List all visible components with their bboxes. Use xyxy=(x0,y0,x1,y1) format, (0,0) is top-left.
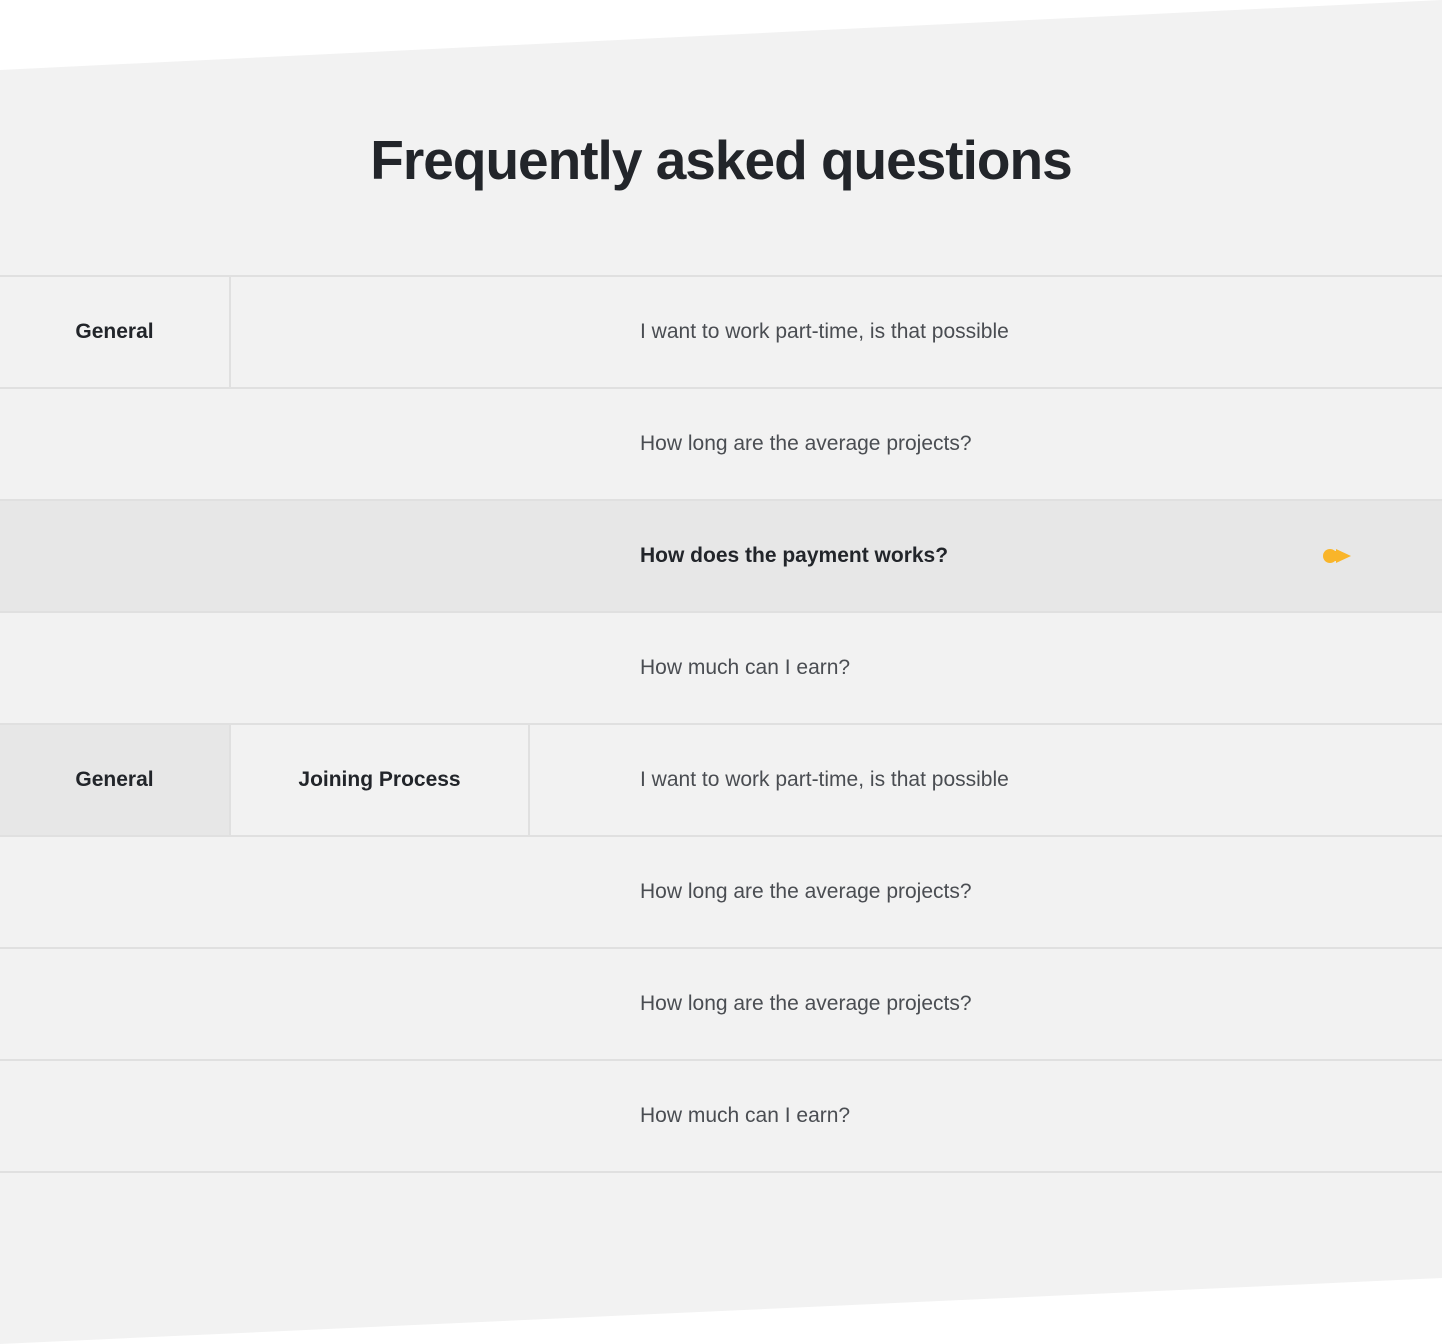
faq-question[interactable]: How much can I earn? xyxy=(640,1061,850,1171)
faq-question[interactable]: I want to work part-time, is that possib… xyxy=(640,277,1009,387)
tab-general[interactable]: General xyxy=(0,277,231,387)
faq-row[interactable]: General Joining Process I want to work p… xyxy=(0,725,1442,837)
arrow-right-icon[interactable] xyxy=(1322,548,1352,564)
faq-question[interactable]: How does the payment works? xyxy=(640,501,948,611)
faq-list: General I want to work part-time, is tha… xyxy=(0,275,1442,1173)
faq-row[interactable]: How long are the average projects? xyxy=(0,389,1442,501)
faq-row[interactable]: How much can I earn? xyxy=(0,613,1442,725)
faq-row[interactable]: How much can I earn? xyxy=(0,1061,1442,1173)
faq-row-active[interactable]: How does the payment works? xyxy=(0,501,1442,613)
tab-joining-process[interactable]: Joining Process xyxy=(231,725,530,835)
tab-general-selected[interactable]: General xyxy=(0,725,231,835)
faq-row[interactable]: General I want to work part-time, is tha… xyxy=(0,277,1442,389)
page-title: Frequently asked questions xyxy=(370,129,1072,191)
faq-question[interactable]: How long are the average projects? xyxy=(640,389,972,499)
faq-question[interactable]: I want to work part-time, is that possib… xyxy=(640,725,1009,835)
faq-question[interactable]: How long are the average projects? xyxy=(640,837,972,947)
faq-question[interactable]: How long are the average projects? xyxy=(640,949,972,1059)
faq-row[interactable]: How long are the average projects? xyxy=(0,837,1442,949)
faq-question[interactable]: How much can I earn? xyxy=(640,613,850,723)
faq-row[interactable]: How long are the average projects? xyxy=(0,949,1442,1061)
